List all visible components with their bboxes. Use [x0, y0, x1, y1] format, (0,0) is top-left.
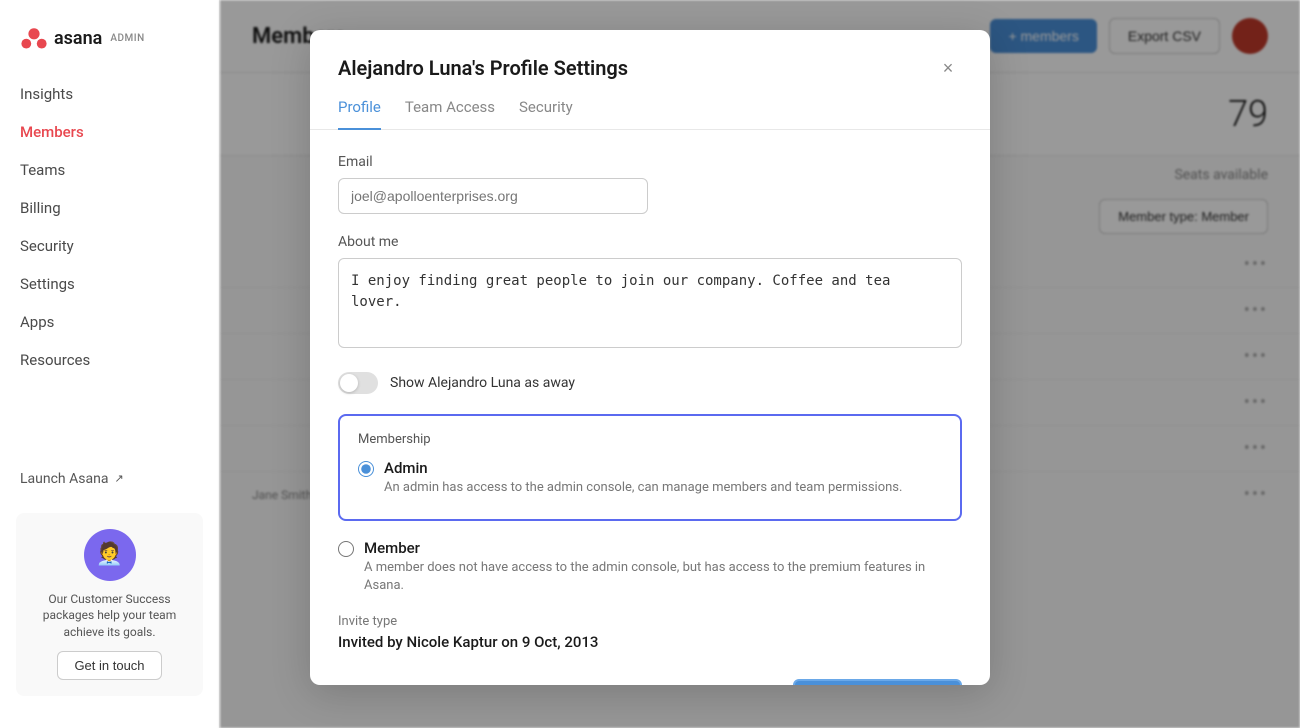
- tab-security[interactable]: Security: [519, 98, 573, 130]
- about-me-textarea[interactable]: [338, 258, 962, 348]
- member-radio[interactable]: [338, 541, 354, 557]
- about-label: About me: [338, 234, 962, 250]
- email-label: Email: [338, 154, 962, 170]
- admin-radio-content: Admin An admin has access to the admin c…: [384, 459, 902, 497]
- save-changes-button[interactable]: Save changes: [793, 679, 962, 686]
- admin-radio-option: Admin An admin has access to the admin c…: [358, 459, 942, 497]
- toggle-knob: [340, 374, 358, 392]
- modal-footer: Save changes: [310, 679, 990, 686]
- away-toggle[interactable]: [338, 372, 378, 394]
- admin-radio[interactable]: [358, 461, 374, 477]
- member-label: Member: [364, 539, 962, 557]
- close-button[interactable]: ×: [934, 54, 962, 82]
- member-description: A member does not have access to the adm…: [364, 559, 962, 595]
- invite-type-section: Invite type Invited by Nicole Kaptur on …: [338, 614, 962, 651]
- invite-type-label: Invite type: [338, 614, 962, 629]
- toggle-label: Show Alejandro Luna as away: [390, 375, 575, 391]
- modal-title: Alejandro Luna's Profile Settings: [338, 56, 628, 80]
- admin-label: Admin: [384, 459, 902, 477]
- modal-header: Alejandro Luna's Profile Settings ×: [310, 30, 990, 82]
- member-radio-option: Member A member does not have access to …: [338, 539, 962, 595]
- membership-title: Membership: [358, 432, 942, 447]
- about-me-field-group: About me: [338, 234, 962, 352]
- membership-member-section: Member A member does not have access to …: [338, 539, 962, 595]
- email-input[interactable]: [338, 178, 648, 214]
- membership-admin-section: Membership Admin An admin has access to …: [338, 414, 962, 521]
- modal-tabs: Profile Team Access Security: [310, 82, 990, 130]
- modal-wrapper: Alejandro Luna's Profile Settings × Prof…: [0, 0, 1300, 728]
- tab-team-access[interactable]: Team Access: [405, 98, 495, 130]
- member-radio-content: Member A member does not have access to …: [364, 539, 962, 595]
- admin-description: An admin has access to the admin console…: [384, 479, 902, 497]
- profile-settings-modal: Alejandro Luna's Profile Settings × Prof…: [310, 30, 990, 685]
- away-toggle-row: Show Alejandro Luna as away: [338, 372, 962, 394]
- invite-value: Invited by Nicole Kaptur on 9 Oct, 2013: [338, 633, 962, 651]
- modal-body: Email About me Show Alejandro Luna as aw…: [310, 130, 990, 679]
- tab-profile[interactable]: Profile: [338, 98, 381, 130]
- email-field-group: Email: [338, 154, 962, 214]
